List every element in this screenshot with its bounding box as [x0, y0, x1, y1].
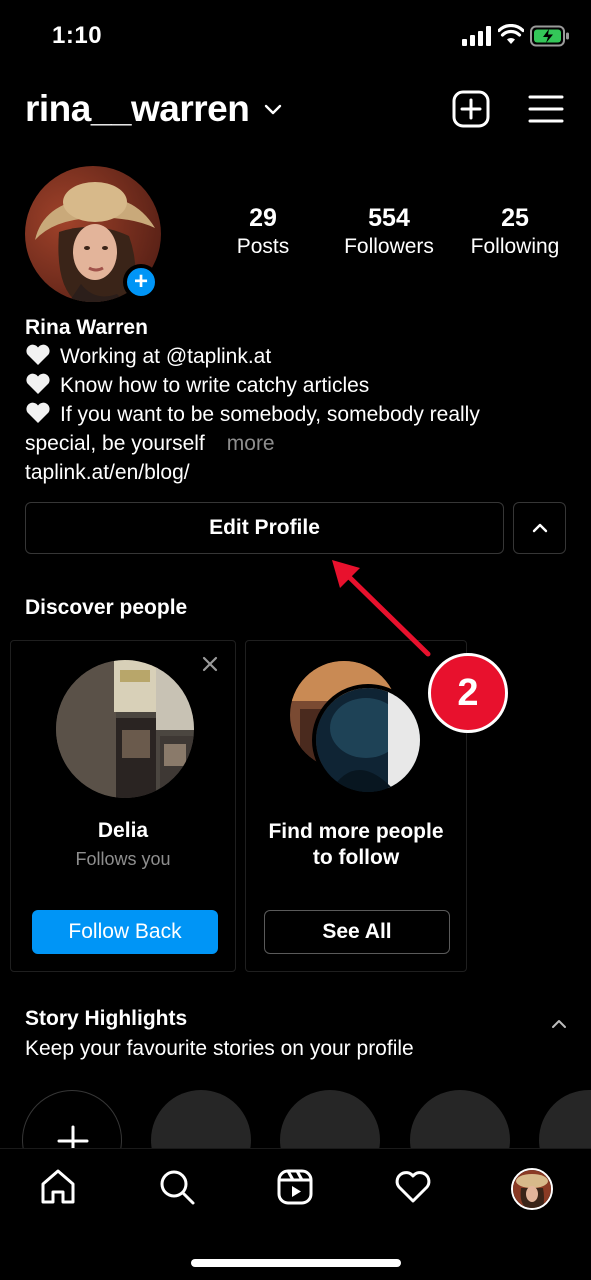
suggestion-name[interactable]: Delia	[11, 819, 235, 843]
toggle-suggestions-button[interactable]	[513, 502, 566, 554]
suggestion-avatar[interactable]	[56, 660, 194, 798]
status-time: 1:10	[52, 22, 103, 49]
following-label: Following	[470, 235, 560, 258]
find-more-line: Find more people	[268, 820, 444, 843]
edit-profile-button[interactable]: Edit Profile	[25, 502, 504, 554]
bio-text: If you want to be somebody, somebody rea…	[60, 403, 480, 426]
more-link[interactable]: more	[227, 432, 275, 455]
profile-avatar[interactable]: +	[25, 166, 161, 302]
stat-followers[interactable]: 554 Followers	[330, 204, 448, 259]
reels-icon[interactable]	[275, 1167, 315, 1207]
home-indicator	[191, 1259, 401, 1267]
bio-link[interactable]: taplink.at/en/blog/	[25, 458, 570, 487]
close-icon[interactable]	[201, 655, 219, 673]
display-name: Rina Warren	[25, 316, 148, 339]
bio-line: Know how to write catchy articles	[25, 371, 570, 400]
wifi-icon	[498, 24, 524, 44]
following-count: 25	[501, 204, 529, 232]
new-post-icon[interactable]	[452, 90, 490, 128]
bio-text[interactable]: Working at @taplink.at	[60, 345, 271, 368]
bio-line: If you want to be somebody, somebody rea…	[25, 400, 570, 429]
see-all-button[interactable]: See All	[264, 910, 450, 954]
posts-label: Posts	[236, 235, 290, 258]
status-bar: 1:10	[0, 0, 591, 72]
posts-count: 29	[249, 204, 277, 232]
battery-icon	[530, 25, 569, 47]
story-highlights-subtitle: Keep your favourite stories on your prof…	[25, 1037, 414, 1060]
chevron-down-icon[interactable]	[263, 102, 283, 116]
heart-icon[interactable]	[393, 1167, 433, 1207]
suggestion-preview-avatar	[312, 684, 424, 796]
chevron-up-icon	[532, 523, 547, 533]
discover-people-title: Discover people	[25, 596, 188, 619]
find-more-title: Find more people to follow	[246, 819, 466, 871]
search-icon[interactable]	[157, 1167, 197, 1207]
find-more-line: to follow	[312, 846, 400, 869]
white-heart-icon	[26, 373, 50, 394]
menu-icon[interactable]	[528, 93, 564, 125]
stat-posts[interactable]: 29 Posts	[213, 204, 313, 259]
home-icon[interactable]	[38, 1167, 78, 1207]
white-heart-icon	[26, 344, 50, 365]
annotation-arrow	[332, 560, 431, 657]
profile-bio: Rina Warren Working at @taplink.at Know …	[25, 313, 570, 487]
suggestion-subtitle: Follows you	[75, 849, 171, 869]
white-heart-icon	[26, 402, 50, 423]
add-story-button[interactable]: +	[123, 264, 159, 300]
bio-text: Know how to write catchy articles	[60, 374, 370, 397]
chevron-up-icon[interactable]	[551, 1019, 567, 1029]
annotation-badge: 2	[428, 653, 508, 733]
bio-text: special, be yourself	[25, 432, 205, 455]
suggestion-card: Delia Follows you Follow Back	[10, 640, 236, 972]
story-highlights-title: Story Highlights	[25, 1007, 188, 1030]
followers-count: 554	[368, 204, 410, 232]
username-switcher[interactable]: rina__warren	[25, 88, 250, 130]
bio-line: special, be yourself more	[25, 429, 570, 458]
follow-back-button[interactable]: Follow Back	[32, 910, 218, 954]
bio-line: Working at @taplink.at	[25, 342, 570, 371]
followers-label: Followers	[344, 235, 434, 258]
stat-following[interactable]: 25 Following	[462, 204, 568, 259]
profile-header: rina__warren	[0, 82, 591, 138]
profile-tab-avatar[interactable]	[511, 1168, 553, 1210]
signal-icon	[462, 26, 491, 46]
